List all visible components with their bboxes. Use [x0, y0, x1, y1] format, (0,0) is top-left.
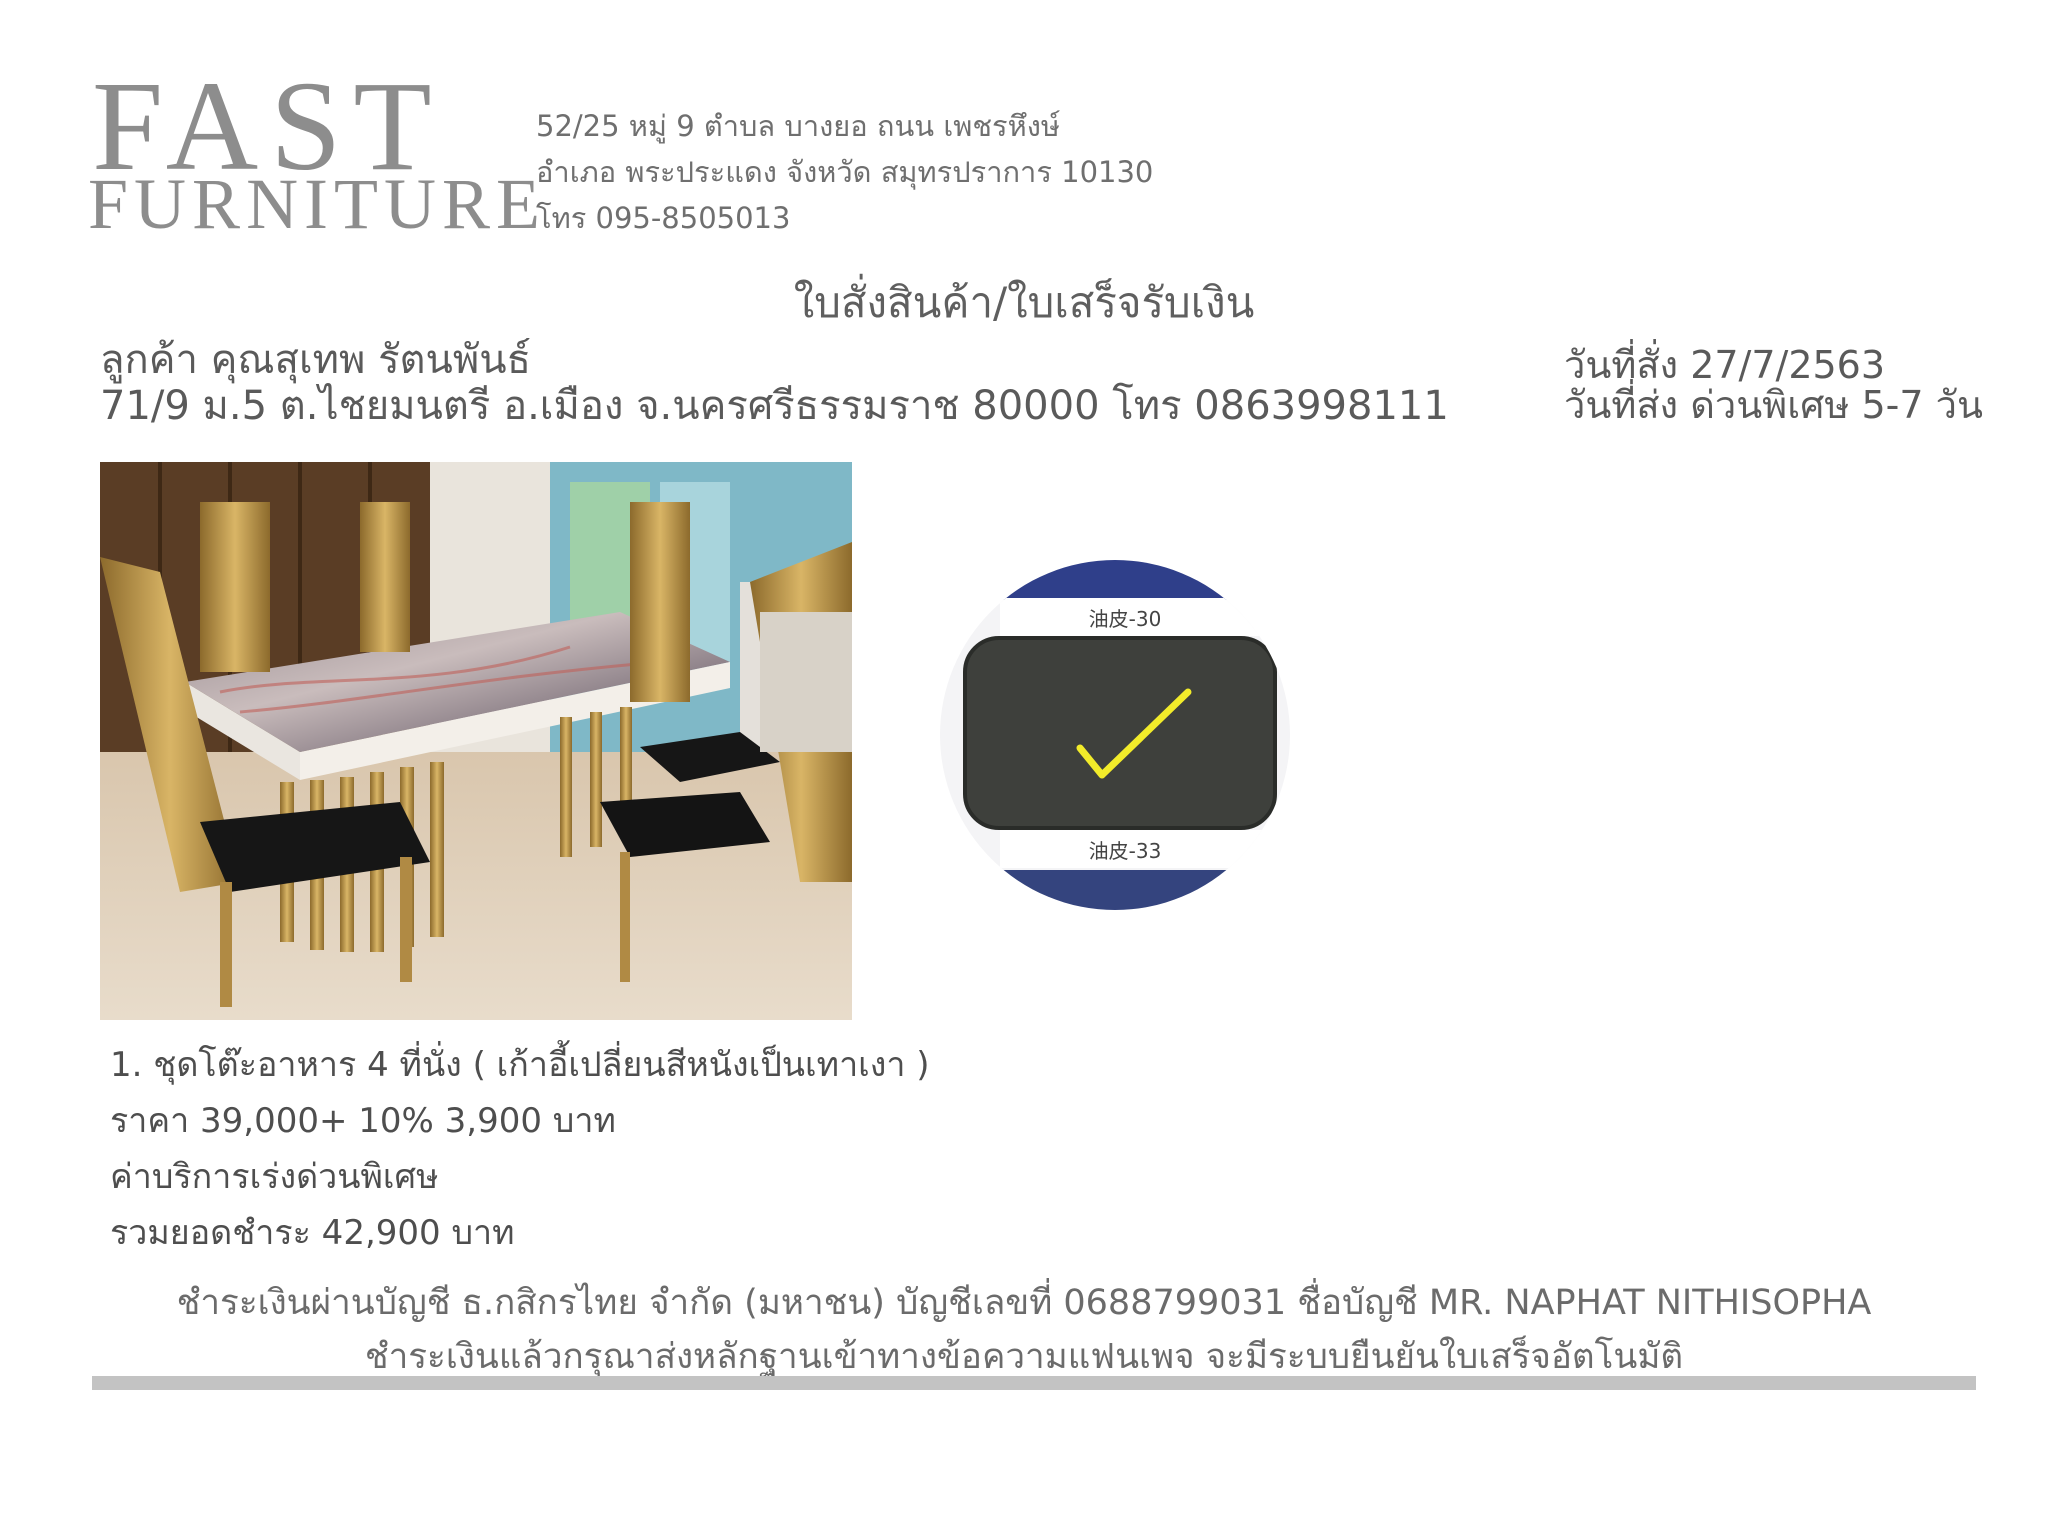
- footer-divider: [92, 1376, 1976, 1390]
- payment-account-info: ชำระเงินผ่านบัญชี ธ.กสิกรไทย จำกัด (มหาช…: [176, 1283, 1872, 1323]
- order-total: รวมยอดชำระ 42,900 บาท: [110, 1213, 515, 1253]
- company-phone: โทร 095-8505013: [536, 201, 791, 235]
- payment-instructions: ชำระเงินแล้วกรุณาส่งหลักฐานเข้าทางข้อควา…: [364, 1337, 1684, 1377]
- delivery-date: วันที่ส่ง ด่วนพิเศษ 5-7 วัน: [1564, 383, 1983, 427]
- swatch-label-bottom: 油皮-33: [1089, 839, 1162, 863]
- document-title: ใบสั่งสินค้า/ใบเสร็จรับเงิน: [793, 278, 1255, 327]
- company-address-line1: 52/25 หมู่ 9 ตำบล บางยอ ถนน เพชรหึงษ์: [536, 109, 1061, 143]
- swatch-label-top: 油皮-30: [1089, 607, 1162, 631]
- order-item-express-fee: ค่าบริการเร่งด่วนพิเศษ: [110, 1157, 439, 1197]
- order-date: วันที่สั่ง 27/7/2563: [1564, 343, 1886, 387]
- customer-address: 71/9 ม.5 ต.ไชยมนตรี อ.เมือง จ.นครศรีธรรม…: [100, 383, 1449, 429]
- order-item-description: 1. ชุดโต๊ะอาหาร 4 ที่นั่ง ( เก้าอี้เปลี่…: [110, 1045, 930, 1085]
- customer-name: ลูกค้า คุณสุเทพ รัตนพันธ์: [100, 337, 531, 383]
- product-photo: [100, 462, 852, 1020]
- order-item-price: ราคา 39,000+ 10% 3,900 บาท: [110, 1101, 616, 1141]
- company-address-line2: อำเภอ พระประแดง จังหวัด สมุทรปราการ 1013…: [536, 155, 1154, 189]
- leather-swatch-photo: 油皮-30 油皮-33: [940, 560, 1290, 910]
- logo-furniture: FURNITURE: [88, 164, 547, 244]
